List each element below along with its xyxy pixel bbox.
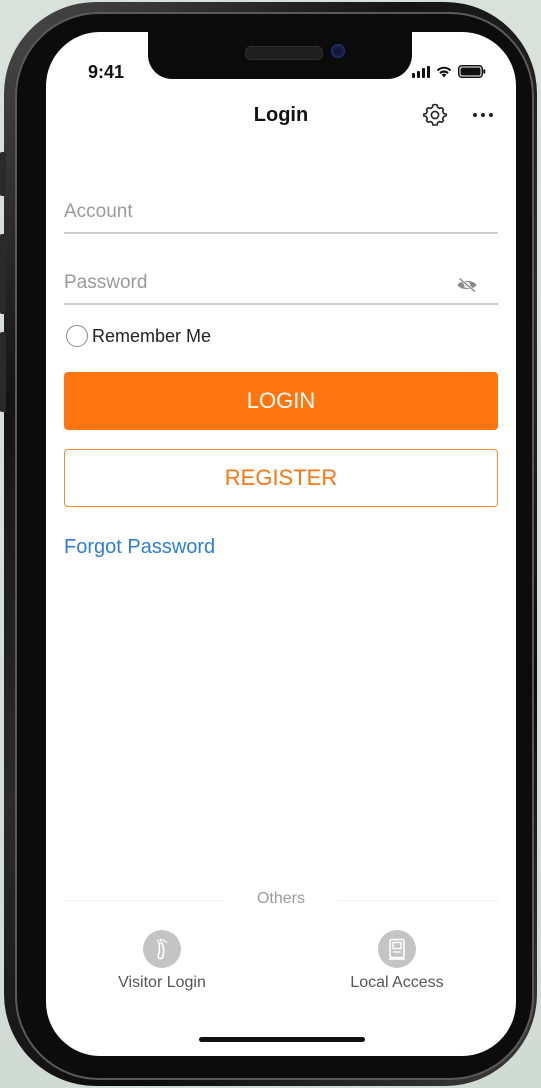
phone-volume-up-button [0,234,6,314]
account-field [64,194,498,234]
visitor-login-button[interactable]: Visitor Login [97,930,227,992]
local-device-icon [378,930,416,968]
speaker-grille [245,46,323,60]
account-input[interactable] [64,194,444,230]
more-dots-icon[interactable] [470,102,496,128]
wifi-icon [436,66,452,78]
notch [148,32,412,79]
phone-screen: 9:41 Login Account Remember Me LOGIN REG… [46,32,516,1056]
status-time: 9:41 [88,62,125,82]
local-access-button[interactable]: Local Access [332,930,462,992]
battery-icon [458,65,486,78]
remember-me-radio[interactable] [66,325,88,347]
home-indicator[interactable] [199,1037,365,1042]
eye-off-icon[interactable] [456,277,478,293]
footprint-icon [143,930,181,968]
others-label: Others [256,890,305,907]
visitor-login-label: Visitor Login [118,974,206,991]
others-divider: Others [64,890,498,910]
local-access-label: Local Access [350,974,444,991]
phone-side-button [0,152,6,196]
password-field [64,265,498,305]
front-camera [331,44,345,58]
register-button[interactable]: REGISTER [64,449,498,507]
forgot-password-link[interactable]: Forgot Password [64,536,215,559]
status-icons [412,65,486,78]
password-input[interactable] [64,265,444,301]
remember-me-label: Remember Me [92,325,212,346]
phone-volume-down-button [0,332,6,412]
cellular-signal-icon [412,66,430,78]
remember-me-option[interactable]: Remember Me [66,325,211,347]
login-button[interactable]: LOGIN [64,372,498,430]
gear-icon[interactable] [422,102,448,128]
